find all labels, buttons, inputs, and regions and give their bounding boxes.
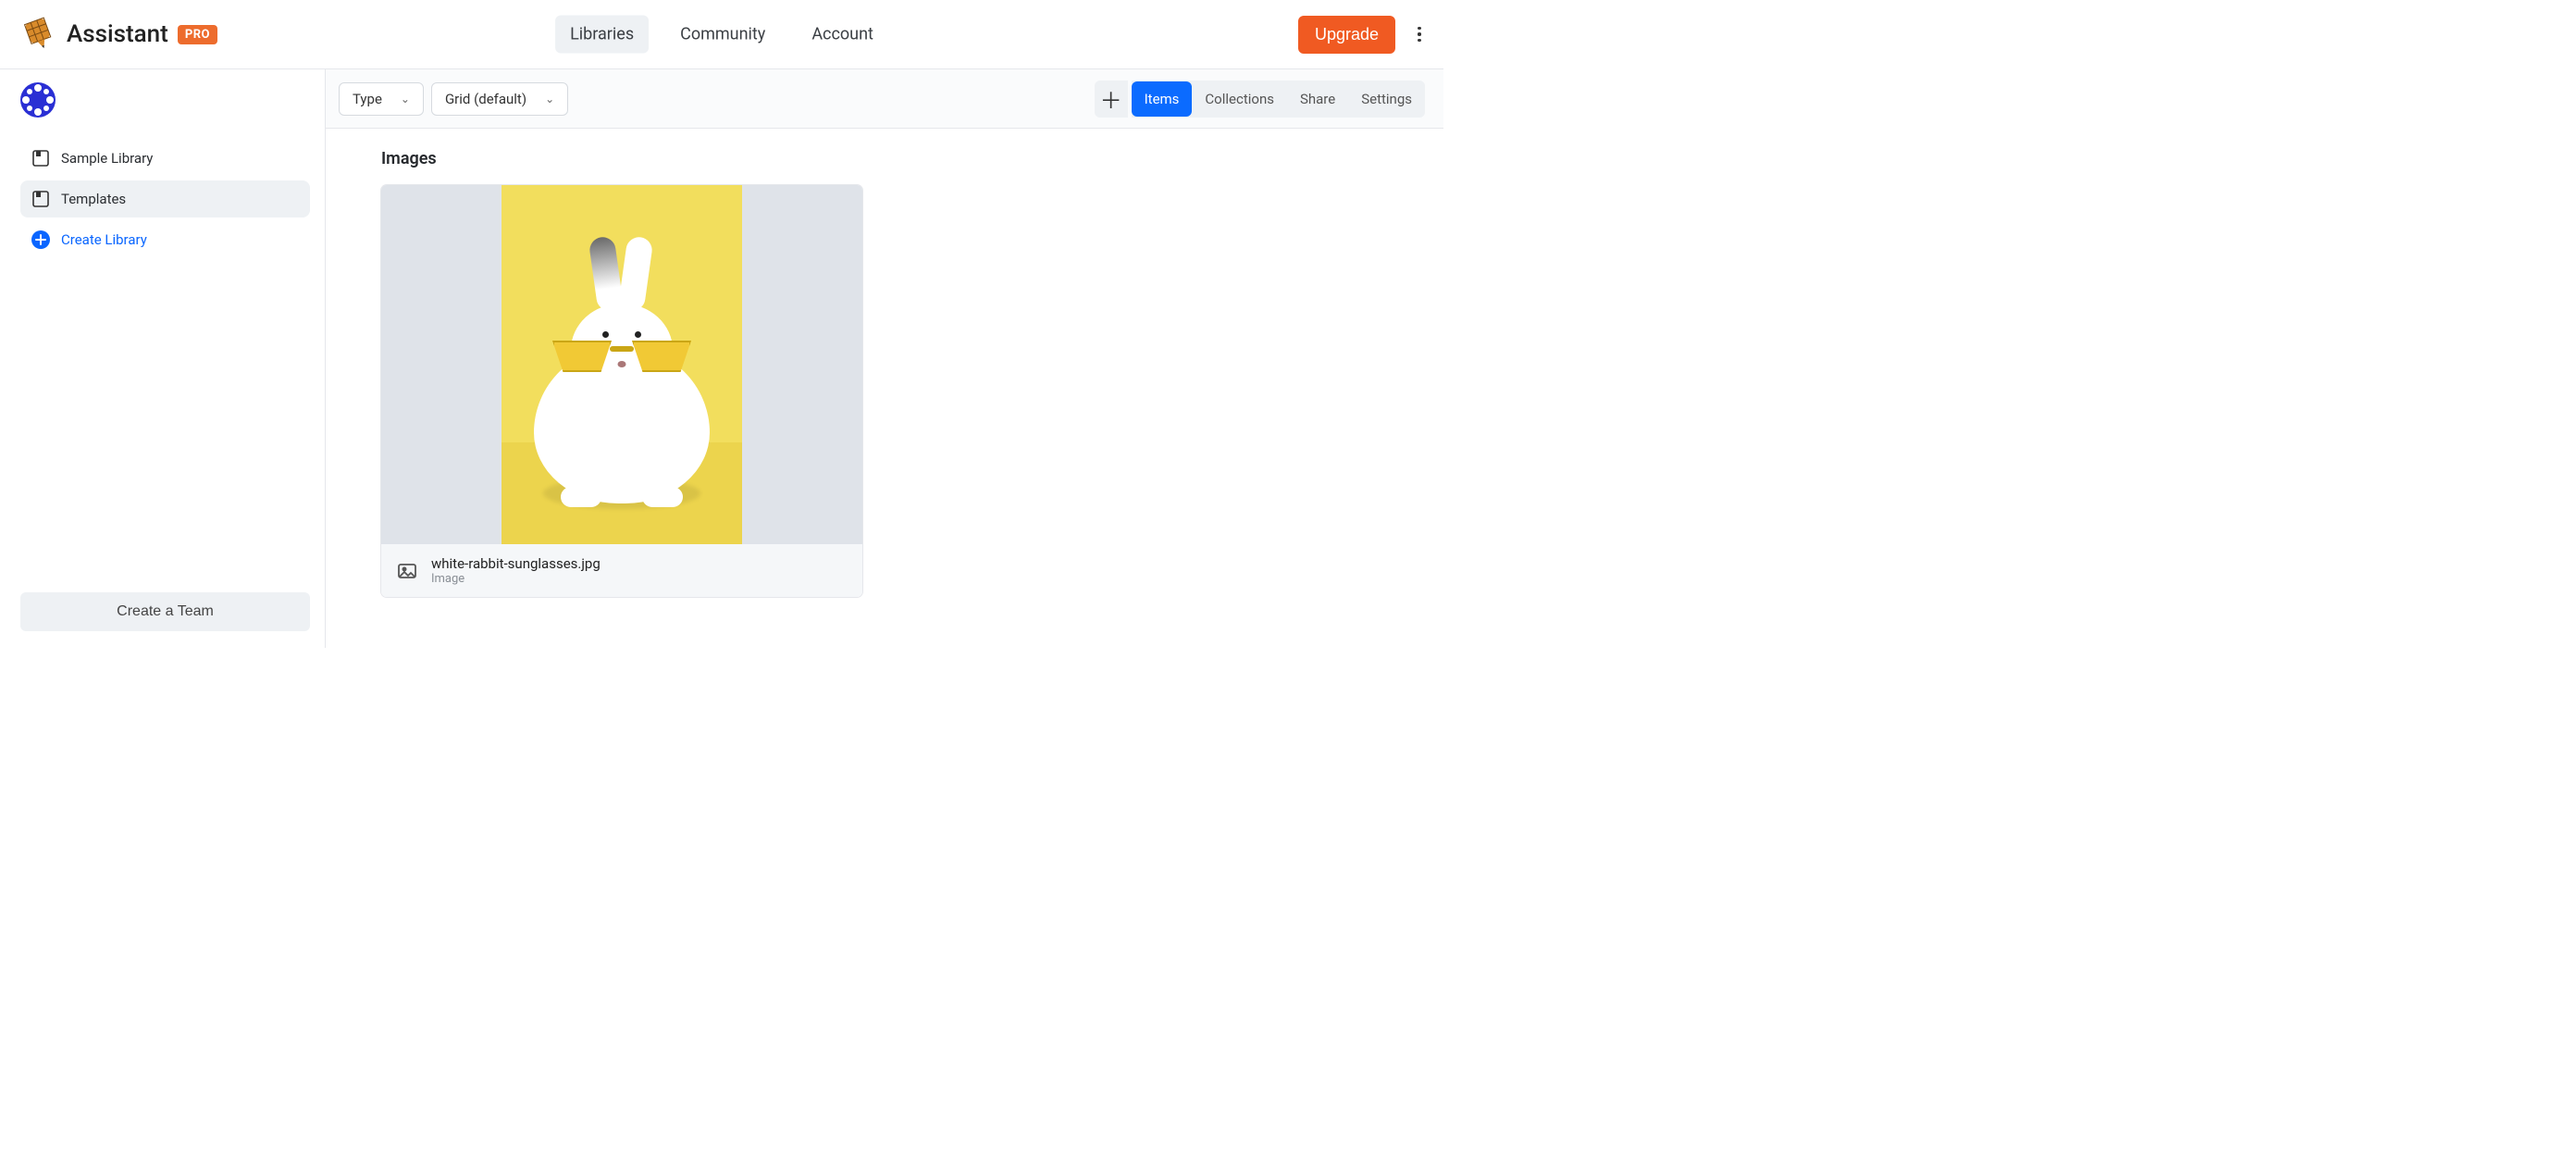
asset-meta: white-rabbit-sunglasses.jpg Image bbox=[431, 555, 601, 586]
create-team-button[interactable]: Create a Team bbox=[20, 592, 310, 631]
main-nav: Libraries Community Account bbox=[555, 16, 888, 54]
asset-card-footer: white-rabbit-sunglasses.jpg Image bbox=[381, 544, 862, 597]
library-tabs: ＋ Items Collections Share Settings bbox=[1095, 81, 1425, 118]
view-mode-dropdown[interactable]: Grid (default) ⌄ bbox=[431, 82, 568, 116]
create-library-button[interactable]: Create Library bbox=[20, 221, 310, 258]
nav-libraries[interactable]: Libraries bbox=[555, 16, 649, 54]
rabbit-image-icon bbox=[502, 185, 742, 544]
type-filter-label: Type bbox=[353, 91, 382, 107]
nav-community[interactable]: Community bbox=[665, 16, 780, 54]
brand: Assistant PRO bbox=[20, 16, 217, 53]
content-area: Images bbox=[326, 129, 1443, 617]
app-logo-icon bbox=[20, 16, 57, 53]
sidebar-item-label: Templates bbox=[61, 191, 126, 207]
image-file-icon bbox=[396, 560, 418, 582]
asset-thumbnail bbox=[381, 185, 862, 544]
user-avatar-icon[interactable] bbox=[20, 82, 56, 118]
plus-icon: ＋ bbox=[1100, 82, 1122, 115]
add-item-button[interactable]: ＋ bbox=[1095, 81, 1132, 118]
sidebar-item-label: Sample Library bbox=[61, 150, 153, 167]
app-header: Assistant PRO Libraries Community Accoun… bbox=[0, 0, 1443, 69]
upgrade-button[interactable]: Upgrade bbox=[1298, 16, 1395, 54]
tab-items[interactable]: Items bbox=[1132, 81, 1193, 117]
create-library-label: Create Library bbox=[61, 231, 147, 248]
library-icon bbox=[31, 149, 50, 168]
view-mode-label: Grid (default) bbox=[445, 91, 526, 107]
sidebar-item-templates[interactable]: Templates bbox=[20, 180, 310, 217]
tab-share[interactable]: Share bbox=[1287, 81, 1348, 117]
library-list: Sample Library Templates Create Library bbox=[20, 140, 310, 258]
chevron-down-icon: ⌄ bbox=[545, 93, 554, 106]
asset-card[interactable]: white-rabbit-sunglasses.jpg Image bbox=[381, 185, 862, 597]
tab-settings[interactable]: Settings bbox=[1348, 81, 1425, 117]
chevron-down-icon: ⌄ bbox=[401, 93, 410, 106]
section-title-images: Images bbox=[381, 149, 1388, 168]
asset-type-label: Image bbox=[431, 572, 601, 586]
more-menu-icon[interactable] bbox=[1408, 23, 1430, 45]
sidebar-item-sample-library[interactable]: Sample Library bbox=[20, 140, 310, 177]
asset-filename: white-rabbit-sunglasses.jpg bbox=[431, 555, 601, 572]
sidebar: Sample Library Templates Create Library … bbox=[0, 69, 326, 648]
brand-name: Assistant bbox=[67, 20, 168, 48]
type-filter-dropdown[interactable]: Type ⌄ bbox=[339, 82, 424, 116]
header-right: Upgrade bbox=[1298, 16, 1430, 54]
library-icon bbox=[31, 190, 50, 208]
library-toolbar: Type ⌄ Grid (default) ⌄ ＋ Items Collecti… bbox=[326, 69, 1443, 129]
tab-collections[interactable]: Collections bbox=[1192, 81, 1287, 117]
nav-account[interactable]: Account bbox=[797, 16, 888, 54]
pro-badge: PRO bbox=[178, 25, 217, 44]
plus-circle-icon bbox=[31, 230, 50, 249]
main-content: Type ⌄ Grid (default) ⌄ ＋ Items Collecti… bbox=[326, 69, 1443, 648]
